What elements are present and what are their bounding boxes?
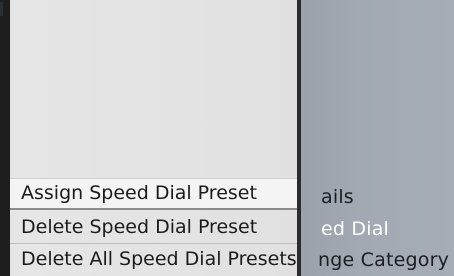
menu-item-delete-all-speed-dial-presets[interactable]: Delete All Speed Dial Presets	[10, 244, 297, 274]
menu-item-delete-speed-dial-preset[interactable]: Delete Speed Dial Preset	[10, 212, 297, 242]
left-edge	[0, 0, 10, 276]
background-menu-item-details[interactable]: ails	[321, 186, 354, 208]
background-menu-item-change-category[interactable]: nge Category	[318, 249, 449, 271]
background-menu-item-speed-dial[interactable]: ed Dial	[321, 218, 389, 240]
menu-item-assign-speed-dial-preset[interactable]: Assign Speed Dial Preset	[10, 178, 297, 210]
popup-menu: Assign Speed Dial Preset Delete Speed Di…	[10, 0, 301, 276]
